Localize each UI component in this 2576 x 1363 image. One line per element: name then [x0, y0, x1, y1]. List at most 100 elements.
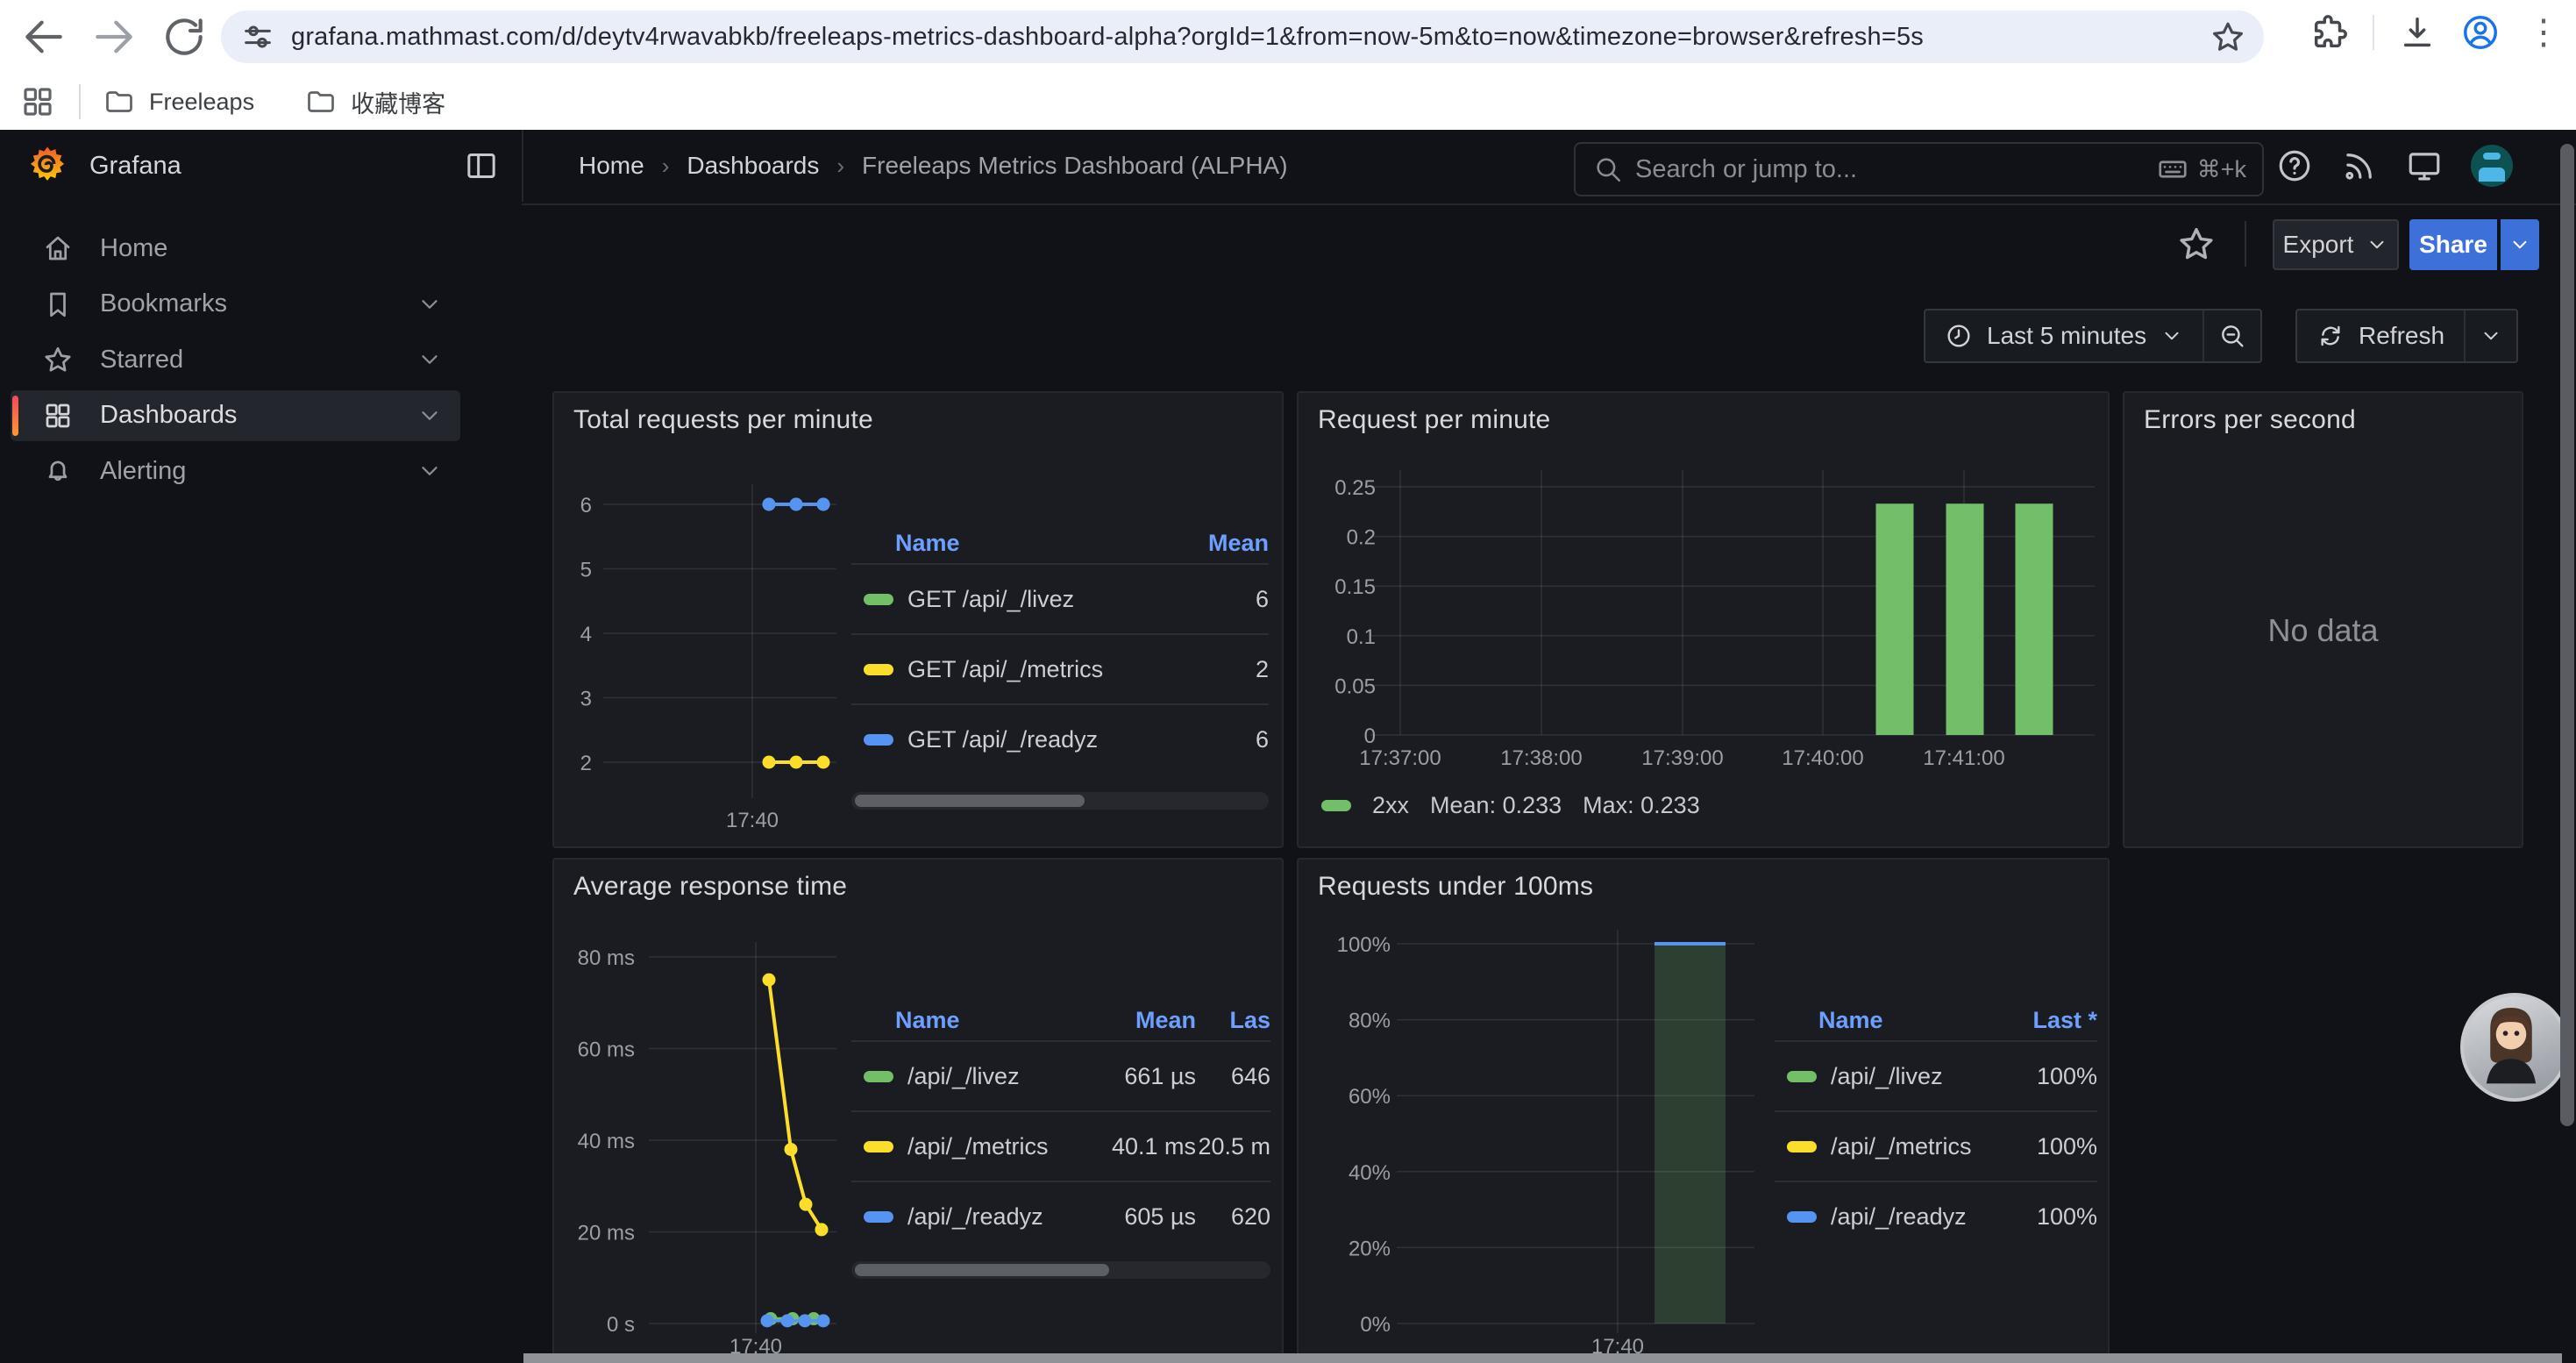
- panel-title: Errors per second: [2144, 405, 2356, 435]
- legend-scrollbar[interactable]: [851, 1261, 1270, 1279]
- forward-icon[interactable]: [89, 12, 139, 61]
- sidebar-item-bookmarks[interactable]: Bookmarks: [11, 279, 460, 330]
- panel-errors-per-second: Errors per second No data: [2123, 391, 2523, 848]
- refresh-interval-button[interactable]: [2464, 310, 2516, 361]
- legend-row[interactable]: GET /api/_/readyz6: [851, 703, 1269, 774]
- legend-table-header[interactable]: NameMeanLas: [851, 1000, 1270, 1040]
- legend-row[interactable]: GET /api/_/livez6: [851, 563, 1269, 633]
- svg-text:0.1: 0.1: [1347, 625, 1376, 649]
- chevron-down-icon[interactable]: [416, 403, 443, 429]
- chevron-down-icon: [2508, 233, 2531, 256]
- reload-icon[interactable]: [160, 12, 209, 61]
- svg-text:60 ms: 60 ms: [578, 1038, 635, 1062]
- breadcrumb-item[interactable]: Dashboards: [687, 152, 819, 180]
- sidebar-item-starred[interactable]: Starred: [11, 334, 460, 385]
- site-settings-icon[interactable]: [240, 19, 275, 54]
- legend-table[interactable]: NameLast */api/_/livez100%/api/_/metrics…: [1775, 1000, 2097, 1251]
- zoom-out-icon: [2218, 322, 2246, 350]
- assistant-avatar[interactable]: [2460, 993, 2569, 1102]
- legend-scrollbar[interactable]: [851, 792, 1269, 810]
- chevron-down-icon[interactable]: [416, 291, 443, 318]
- svg-text:17:39:00: 17:39:00: [1641, 746, 1723, 770]
- sidebar-item-label: Alerting: [100, 457, 416, 486]
- svg-text:3: 3: [580, 688, 592, 711]
- series-max: Max: 0.233: [1583, 792, 1700, 819]
- time-range-label[interactable]: Last 5 minutes: [1925, 310, 2202, 361]
- panel-requests-under-100ms: Requests under 100ms 100%80%60%40%20%0%1…: [1297, 858, 2110, 1363]
- monitor-icon[interactable]: [2406, 147, 2443, 184]
- legend-row[interactable]: /api/_/readyz605 µs620: [851, 1181, 1270, 1251]
- breadcrumb-item[interactable]: Home: [579, 152, 644, 180]
- legend-row[interactable]: /api/_/metrics100%: [1775, 1110, 2097, 1181]
- chevron-down-icon[interactable]: [416, 346, 443, 373]
- series-name: /api/_/readyz: [907, 1203, 1073, 1231]
- svg-text:17:41:00: 17:41:00: [1923, 746, 2004, 770]
- chevron-down-icon: [2160, 325, 2183, 347]
- bookmark-icon: [42, 289, 74, 320]
- bookmark-label: 收藏博客: [351, 85, 445, 119]
- legend-row[interactable]: GET /api/_/metrics2: [851, 633, 1269, 703]
- news-rss-icon[interactable]: [2341, 147, 2378, 184]
- favorite-dashboard-icon[interactable]: [2176, 224, 2217, 264]
- bookmark-item[interactable]: 收藏博客: [305, 85, 445, 119]
- bookmark-item[interactable]: Freeleaps: [103, 86, 254, 118]
- toolbar-separator: [2245, 221, 2246, 267]
- extensions-icon[interactable]: [2309, 12, 2350, 53]
- search-input[interactable]: Search or jump to... ⌘+k: [1574, 142, 2264, 196]
- url-bar[interactable]: grafana.mathmast.com/d/deytv4rwavabkb/fr…: [221, 11, 2264, 63]
- series-name: /api/_/livez: [1831, 1063, 1996, 1090]
- legend-row[interactable]: /api/_/metrics40.1 ms20.5 m: [851, 1110, 1270, 1181]
- horizontal-scrollbar[interactable]: [523, 1353, 2562, 1363]
- bell-icon: [42, 455, 74, 487]
- svg-text:17:40:00: 17:40:00: [1782, 746, 1863, 770]
- sidebar-item-home[interactable]: Home: [11, 223, 460, 274]
- zoom-out-button[interactable]: [2202, 310, 2260, 361]
- svg-text:80 ms: 80 ms: [578, 946, 635, 970]
- refresh-label[interactable]: Refresh: [2297, 310, 2464, 361]
- sidebar-toggle-icon[interactable]: [464, 148, 499, 183]
- chrome-menu-icon[interactable]: ⋮: [2523, 12, 2564, 53]
- time-range-picker[interactable]: Last 5 minutes: [1924, 309, 2262, 363]
- series-color-pill: [1787, 1211, 1817, 1223]
- screen: grafana.mathmast.com/d/deytv4rwavabkb/fr…: [0, 0, 2576, 1363]
- bookmark-star-icon[interactable]: [2210, 18, 2246, 55]
- legend-row[interactable]: /api/_/livez661 µs646: [851, 1040, 1270, 1110]
- svg-text:4: 4: [580, 623, 592, 646]
- brand-label[interactable]: Grafana: [89, 152, 181, 181]
- chevron-down-icon[interactable]: [416, 458, 443, 484]
- apps-grid-icon[interactable]: [19, 83, 56, 120]
- request-per-minute-chart[interactable]: 0.250.20.150.10.05017:37:0017:38:0017:39…: [1299, 393, 2111, 850]
- legend-row[interactable]: /api/_/readyz100%: [1775, 1181, 2097, 1251]
- grafana-logo[interactable]: [25, 143, 70, 189]
- sidebar-item-alerting[interactable]: Alerting: [11, 446, 460, 496]
- refresh-button[interactable]: Refresh: [2295, 309, 2518, 363]
- legend-table-header[interactable]: NameMean: [851, 523, 1269, 563]
- breadcrumb-item[interactable]: Freeleaps Metrics Dashboard (ALPHA): [862, 152, 1288, 180]
- bookmark-label: Freeleaps: [149, 89, 254, 116]
- legend-table-header[interactable]: NameLast *: [1775, 1000, 2097, 1040]
- sidebar-item-dashboards[interactable]: Dashboards: [11, 390, 460, 441]
- back-icon[interactable]: [19, 12, 68, 61]
- export-button[interactable]: Export: [2273, 219, 2399, 270]
- url-text[interactable]: grafana.mathmast.com/d/deytv4rwavabkb/fr…: [291, 23, 2210, 52]
- bookmarks-bar: Freeleaps 收藏博客: [0, 74, 2576, 130]
- help-icon[interactable]: [2276, 147, 2313, 184]
- user-avatar[interactable]: [2471, 145, 2513, 187]
- profile-icon[interactable]: [2460, 12, 2501, 53]
- apps-icon: [42, 400, 74, 432]
- sidebar-item-label: Bookmarks: [100, 289, 416, 318]
- vertical-scrollbar[interactable]: [2560, 144, 2574, 1126]
- svg-text:0.2: 0.2: [1347, 526, 1376, 550]
- sidebar-item-label: Starred: [100, 346, 416, 375]
- share-menu-button[interactable]: [2501, 219, 2539, 270]
- legend-table[interactable]: NameMeanLas/api/_/livez661 µs646/api/_/m…: [851, 1000, 1270, 1251]
- svg-text:0.25: 0.25: [1334, 476, 1376, 500]
- series-color-pill: [864, 1211, 893, 1223]
- legend-row[interactable]: /api/_/livez100%: [1775, 1040, 2097, 1110]
- svg-text:0.15: 0.15: [1334, 575, 1376, 599]
- chart-legend[interactable]: 2xx Mean: 0.233 Max: 0.233: [1321, 792, 1700, 819]
- svg-text:40%: 40%: [1348, 1161, 1391, 1185]
- legend-table[interactable]: NameMeanGET /api/_/livez6GET /api/_/metr…: [851, 523, 1269, 774]
- share-button[interactable]: Share: [2409, 219, 2497, 270]
- download-icon[interactable]: [2397, 12, 2437, 53]
